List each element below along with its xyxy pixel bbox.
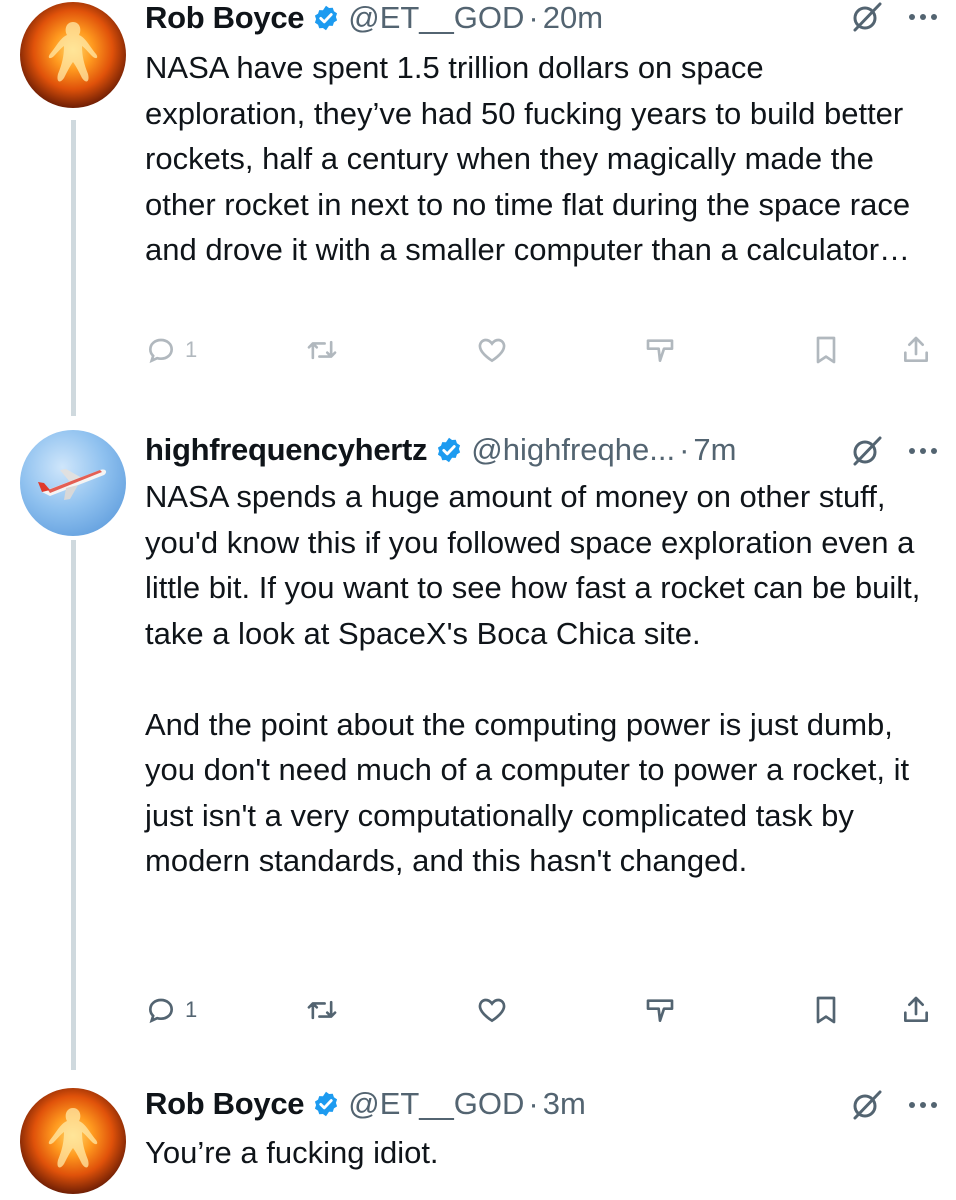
- tweet-header-actions: [850, 434, 938, 468]
- views-button[interactable]: [643, 994, 677, 1026]
- separator-dot: ·: [679, 432, 690, 467]
- bookmark-icon: [816, 996, 836, 1024]
- author-name[interactable]: Rob Boyce: [145, 0, 305, 36]
- retweet-icon: [307, 1000, 337, 1020]
- bookmark-button[interactable]: [810, 334, 842, 366]
- fire-figure-icon: [48, 1108, 98, 1168]
- reply-button[interactable]: 1: [145, 334, 197, 366]
- fire-figure-icon: [48, 22, 98, 82]
- author-name[interactable]: Rob Boyce: [145, 1086, 305, 1122]
- grok-icon[interactable]: [850, 434, 884, 468]
- reply-icon: [148, 998, 174, 1024]
- like-button[interactable]: [475, 994, 509, 1026]
- views-icon: [646, 339, 674, 362]
- tweet-text: You’re a fucking idiot.: [145, 1135, 439, 1170]
- tweet[interactable]: Rob Boyce @ET__GOD · 3m You’re a fucking…: [0, 1080, 956, 1200]
- separator-dot: ·: [528, 1086, 539, 1121]
- like-button[interactable]: [475, 334, 509, 366]
- more-options-icon[interactable]: [908, 447, 938, 455]
- grok-icon[interactable]: [850, 1088, 884, 1122]
- more-options-icon[interactable]: [908, 1101, 938, 1109]
- share-icon: [904, 996, 928, 1022]
- tweet-text: NASA spends a huge amount of money on ot…: [145, 479, 921, 878]
- tweet[interactable]: Rob Boyce @ET__GOD · 20m NASA have spent…: [0, 0, 956, 400]
- share-button[interactable]: [900, 994, 932, 1026]
- more-options-icon[interactable]: [908, 13, 938, 21]
- share-button[interactable]: [900, 334, 932, 366]
- tweet-header-actions: [850, 1088, 938, 1122]
- grok-icon[interactable]: [850, 0, 884, 34]
- avatar[interactable]: [20, 2, 126, 108]
- tweet-header: highfrequencyhertz @highfreqhe... · 7m: [145, 432, 736, 468]
- tweet-text: NASA have spent 1.5 trillion dollars on …: [145, 50, 919, 267]
- tweet-actions: 1: [145, 994, 935, 1038]
- tweet-actions: 1: [145, 334, 935, 378]
- retweet-icon: [307, 340, 337, 360]
- author-name[interactable]: highfrequencyhertz: [145, 432, 428, 468]
- author-handle[interactable]: @ET__GOD: [348, 0, 524, 36]
- tweet-header: Rob Boyce @ET__GOD · 20m: [145, 0, 603, 36]
- timestamp[interactable]: 20m: [543, 0, 603, 36]
- heart-icon: [478, 338, 506, 363]
- views-button[interactable]: [643, 334, 677, 366]
- bookmark-button[interactable]: [810, 994, 842, 1026]
- airplane-icon: [38, 469, 107, 500]
- retweet-button[interactable]: [305, 334, 339, 366]
- heart-icon: [478, 998, 506, 1023]
- reply-count: 1: [185, 337, 198, 362]
- share-icon: [904, 336, 928, 362]
- bookmark-icon: [816, 336, 836, 364]
- avatar[interactable]: [20, 1088, 126, 1194]
- separator-dot: ·: [528, 0, 539, 35]
- reply-icon: [148, 338, 174, 364]
- timestamp[interactable]: 3m: [543, 1086, 586, 1122]
- reply-button[interactable]: 1: [145, 994, 197, 1026]
- author-handle[interactable]: @ET__GOD: [348, 1086, 524, 1122]
- avatar[interactable]: [20, 430, 126, 536]
- verified-badge-icon: [312, 1090, 340, 1118]
- reply-count: 1: [185, 997, 198, 1022]
- views-icon: [646, 999, 674, 1022]
- tweet[interactable]: highfrequencyhertz @highfreqhe... · 7m N…: [0, 420, 956, 1060]
- tweet-header: Rob Boyce @ET__GOD · 3m: [145, 1086, 586, 1122]
- verified-badge-icon: [312, 4, 340, 32]
- author-handle[interactable]: @highfreqhe...: [471, 432, 675, 468]
- tweet-header-actions: [850, 0, 938, 34]
- verified-badge-icon: [435, 436, 463, 464]
- timestamp[interactable]: 7m: [693, 432, 736, 468]
- retweet-button[interactable]: [305, 994, 339, 1026]
